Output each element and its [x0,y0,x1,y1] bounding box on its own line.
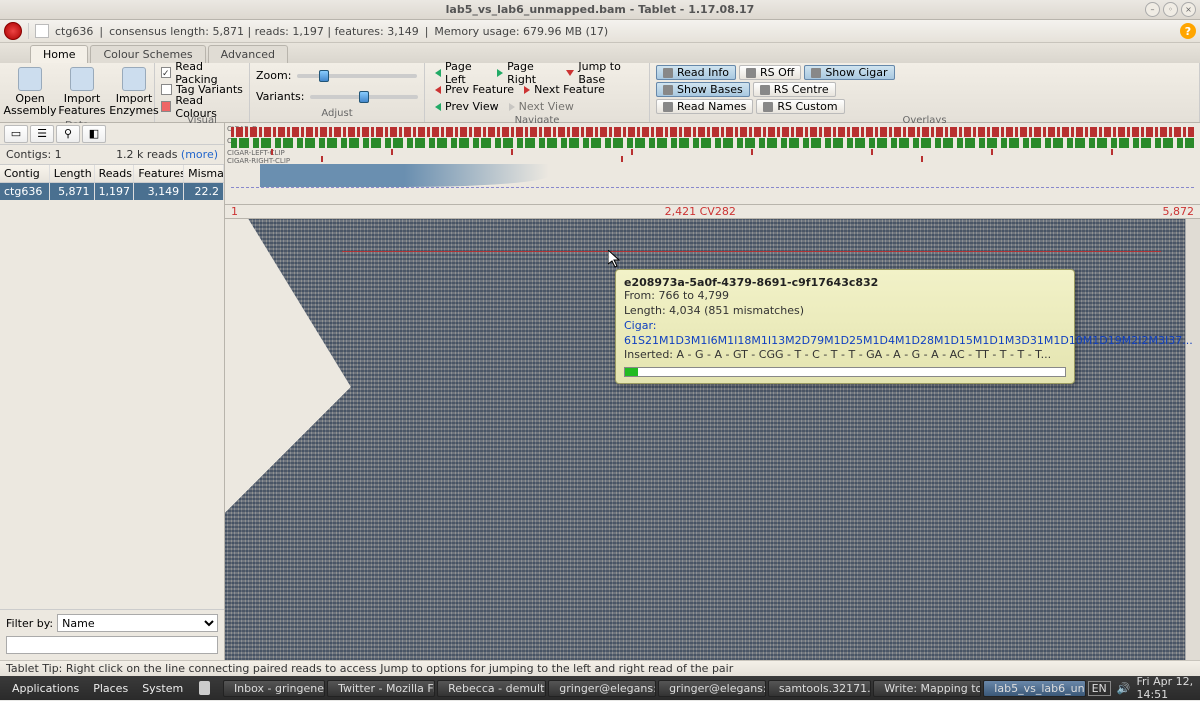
coverage-plot [231,164,1194,188]
import-icon [70,67,94,91]
table-row[interactable]: ctg636 5,871 1,197 3,149 22.2 [0,183,224,200]
task-button[interactable]: gringer@elegans:... [658,680,766,697]
import-enzymes-button[interactable]: Import Enzymes [110,65,158,119]
tab-home[interactable]: Home [30,45,88,63]
page-left-button[interactable]: Page Left [431,65,491,80]
tooltip-progress [624,367,1066,377]
stats-text: consensus length: 5,871 | reads: 1,197 |… [109,25,419,38]
task-button[interactable]: Twitter - Mozilla Fi... [327,680,435,697]
more-link[interactable]: (more) [181,148,218,161]
read-tooltip: e208973a-5a0f-4379-8691-c9f17643c832 Fro… [615,269,1075,384]
task-button[interactable]: samtools.32171.... [768,680,871,697]
quickbar: ctg636 | consensus length: 5,871 | reads… [0,20,1200,43]
sidebar: ▭ ☰ ⚲ ◧ Contigs: 1 1.2 k reads (more) Co… [0,123,225,660]
task-button[interactable]: lab5_vs_lab6_un... [983,680,1085,697]
viewer: CIGAR-G CIGAR-I CIGAR-LEFT-CLIP CIGAR-RI… [225,123,1200,660]
help-icon[interactable]: ? [1180,23,1196,39]
ruler-start: 1 [231,205,238,218]
clock[interactable]: Fri Apr 12, 14:51 [1136,675,1194,701]
folder-icon [18,67,42,91]
prev-feature-button[interactable]: Prev Feature [431,82,518,97]
dot-icon [746,68,756,78]
current-contig: ctg636 [55,25,93,38]
task-button[interactable]: gringer@elegans:... [548,680,656,697]
launcher-icon[interactable] [199,681,210,695]
ruler-end: 5,872 [1162,205,1194,218]
taskbar: Applications Places System Inbox - gring… [0,676,1200,700]
ribbon: Open Assembly Import Features Import Enz… [0,63,1200,123]
task-button[interactable]: Inbox - gringene... [223,680,325,697]
tooltip-length: Length: 4,034 (851 mismatches) [624,304,1066,319]
prev-view-button[interactable]: Prev View [431,99,503,114]
minimize-icon[interactable]: – [1145,2,1160,17]
overview-panel[interactable]: CIGAR-G CIGAR-I CIGAR-LEFT-CLIP CIGAR-RI… [225,123,1200,205]
dot-icon [760,85,770,95]
filter-mode-select[interactable]: Name [57,614,218,632]
task-button[interactable]: Write: Mapping to... [873,680,981,697]
names-icon [663,102,673,112]
import-icon [122,67,146,91]
tooltip-inserted: Inserted: A - G - A - GT - CGG - T - C -… [624,348,1066,363]
sidebar-tab-search[interactable]: ⚲ [56,125,80,143]
zoom-slider[interactable]: Zoom: [256,68,418,83]
bases-icon [663,85,673,95]
variants-slider[interactable]: Variants: [256,89,418,104]
read-names-toggle[interactable]: Read Names [656,99,753,114]
ruler-mid: 2,421 CV282 [665,205,736,218]
reads-canvas[interactable]: e208973a-5a0f-4379-8691-c9f17643c832 Fro… [225,219,1200,660]
page-right-button[interactable]: Page Right [493,65,560,80]
filter-input[interactable] [6,636,218,654]
cigar-icon [811,68,821,78]
checkbox-on-icon [161,67,171,78]
info-icon [663,68,673,78]
close-icon[interactable]: × [1181,2,1196,17]
show-cigar-toggle[interactable]: Show Cigar [804,65,894,80]
system-menu[interactable]: System [136,682,189,695]
filter-label: Filter by: [6,617,53,630]
show-bases-toggle[interactable]: Show Bases [656,82,750,97]
sidebar-tab-contigs[interactable]: ▭ [4,125,28,143]
vertical-scrollbar[interactable] [1185,219,1200,660]
tooltip-range: From: 766 to 4,799 [624,289,1066,304]
window-title: lab5_vs_lab6_unmapped.bam - Tablet - 1.1… [446,3,755,16]
read-info-toggle[interactable]: Read Info [656,65,736,80]
sidebar-tab-other[interactable]: ◧ [82,125,106,143]
ruler[interactable]: 1 2,421 CV282 5,872 [225,205,1200,219]
places-menu[interactable]: Places [87,682,134,695]
status-tip: Tablet Tip: Right click on the line conn… [0,660,1200,676]
table-header[interactable]: Contig Length Reads Features Mismat... [0,165,224,183]
highlighted-read [342,251,1161,252]
window-titlebar: lab5_vs_lab6_unmapped.bam - Tablet - 1.1… [0,0,1200,20]
open-assembly-button[interactable]: Open Assembly [6,65,54,119]
sidebar-tab-features[interactable]: ☰ [30,125,54,143]
applications-menu[interactable]: Applications [6,682,85,695]
rs-custom-toggle[interactable]: RS Custom [756,99,844,114]
volume-icon[interactable]: 🔊 [1117,682,1131,695]
maximize-icon[interactable]: ◦ [1163,2,1178,17]
read-colours-button[interactable]: Read Colours [161,99,243,114]
app-logo-icon[interactable] [4,22,22,40]
rs-off-toggle[interactable]: RS Off [739,65,801,80]
read-packing-toggle[interactable]: Read Packing [161,65,243,80]
tooltip-read-id: e208973a-5a0f-4379-8691-c9f17643c832 [624,276,1066,289]
next-feature-button[interactable]: Next Feature [520,82,609,97]
checkbox-icon [161,84,172,95]
contigs-count: Contigs: 1 [6,148,62,161]
memory-text: Memory usage: 679.96 MB (17) [434,25,608,38]
task-button[interactable]: Rebecca - demulti... [437,680,546,697]
dot-icon [763,102,773,112]
file-icon[interactable] [35,24,49,38]
next-view-button[interactable]: Next View [505,99,578,114]
tooltip-cigar: Cigar: 61S21M1D3M1I6M1I18M1I13M2D79M1D25… [624,319,1066,349]
group-label: Adjust [256,107,418,120]
jump-to-base-button[interactable]: Jump to Base [562,65,643,80]
import-features-button[interactable]: Import Features [58,65,106,119]
keyboard-layout[interactable]: EN [1088,681,1111,696]
reads-count: 1.2 k reads [116,148,177,161]
rs-centre-toggle[interactable]: RS Centre [753,82,836,97]
palette-icon [161,101,171,112]
